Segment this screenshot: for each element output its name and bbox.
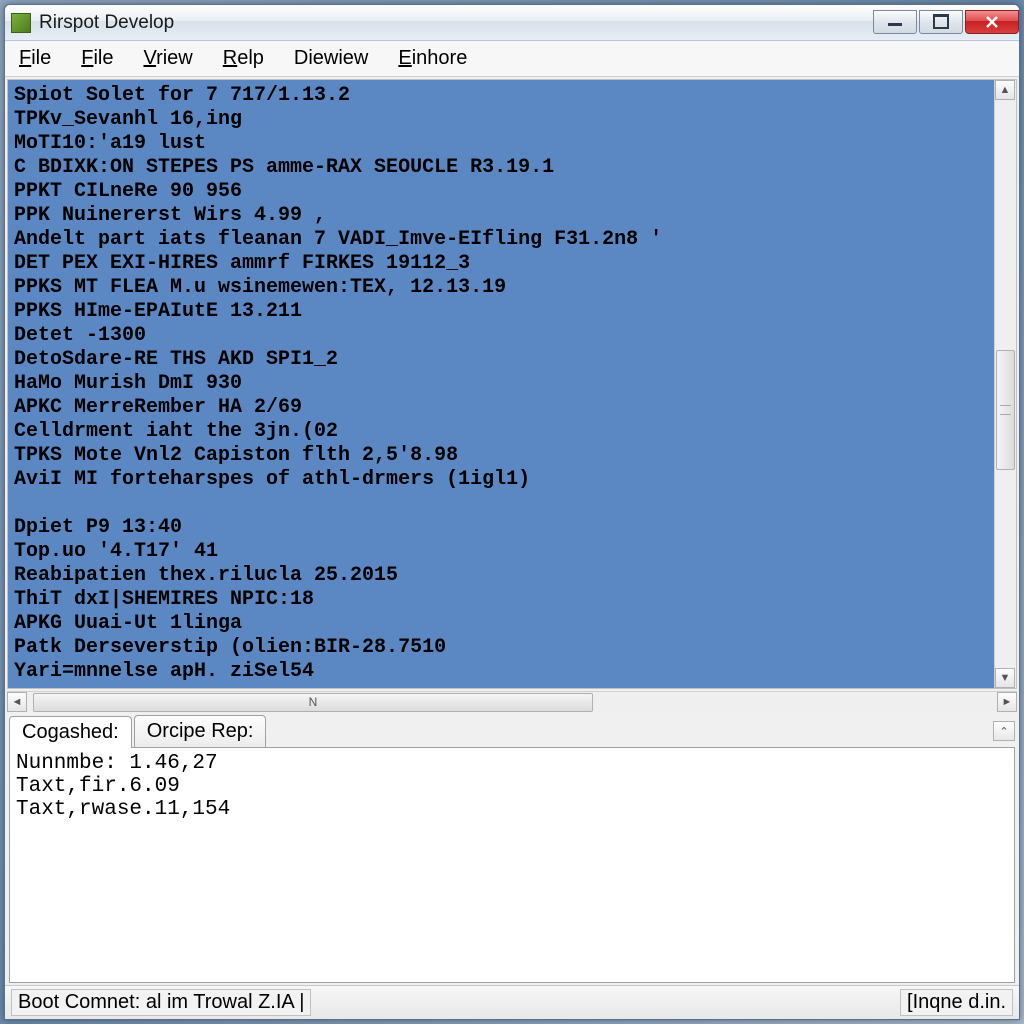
- close-icon: [984, 14, 1000, 30]
- scroll-down-arrow-icon[interactable]: ▼: [995, 668, 1015, 688]
- horizontal-scrollbar[interactable]: ◄ N ►: [7, 691, 1017, 713]
- tab-orcipe-rep[interactable]: Orcipe Rep:: [134, 715, 267, 747]
- app-icon: [11, 13, 31, 33]
- scroll-right-arrow-icon[interactable]: ►: [997, 692, 1017, 712]
- scroll-left-arrow-icon[interactable]: ◄: [7, 692, 27, 712]
- tab-cogashed[interactable]: Cogashed:: [9, 716, 132, 748]
- window-controls: [871, 10, 1019, 36]
- menubar: File File Vriew Relp Diewiew Einhore: [5, 41, 1019, 77]
- vscroll-track[interactable]: [995, 100, 1016, 668]
- hscroll-thumb[interactable]: N: [33, 693, 593, 712]
- window-title: Rirspot Develop: [39, 12, 871, 34]
- menu-file-2[interactable]: File: [75, 43, 119, 74]
- editor-text[interactable]: Spiot Solet for 7 717/1.13.2 TPKv_Sevanh…: [8, 80, 994, 688]
- menu-einhore[interactable]: Einhore: [392, 43, 473, 74]
- menu-file-1[interactable]: File: [13, 43, 57, 74]
- maximize-button[interactable]: [919, 10, 963, 34]
- editor-pane: Spiot Solet for 7 717/1.13.2 TPKv_Sevanh…: [7, 79, 1017, 689]
- vertical-scrollbar[interactable]: ▲ ▼: [994, 80, 1016, 688]
- status-left: Boot Comnet: al im Trowal Z.IA |: [11, 989, 311, 1016]
- chevron-up-icon: ⌃: [999, 725, 1008, 738]
- tabs-row: Cogashed: Orcipe Rep: ⌃: [9, 715, 1015, 747]
- output-panel[interactable]: Nunnmbe: 1.46,27 Taxt,fir.6.09 Taxt,rwas…: [9, 747, 1015, 983]
- close-button[interactable]: [965, 10, 1019, 34]
- scroll-up-arrow-icon[interactable]: ▲: [995, 80, 1015, 100]
- panel-collapse-button[interactable]: ⌃: [993, 721, 1015, 741]
- status-right: [Inqne d.in.: [900, 989, 1013, 1016]
- hscroll-track[interactable]: N: [27, 692, 997, 713]
- titlebar[interactable]: Rirspot Develop: [5, 5, 1019, 41]
- menu-relp[interactable]: Relp: [217, 43, 270, 74]
- menu-diewiew[interactable]: Diewiew: [288, 43, 374, 74]
- app-window: Rirspot Develop File File Vriew Relp Die…: [4, 4, 1020, 1020]
- statusbar: Boot Comnet: al im Trowal Z.IA | [Inqne …: [5, 985, 1019, 1019]
- menu-vriew[interactable]: Vriew: [137, 43, 198, 74]
- minimize-button[interactable]: [873, 10, 917, 34]
- vscroll-thumb[interactable]: [996, 350, 1015, 470]
